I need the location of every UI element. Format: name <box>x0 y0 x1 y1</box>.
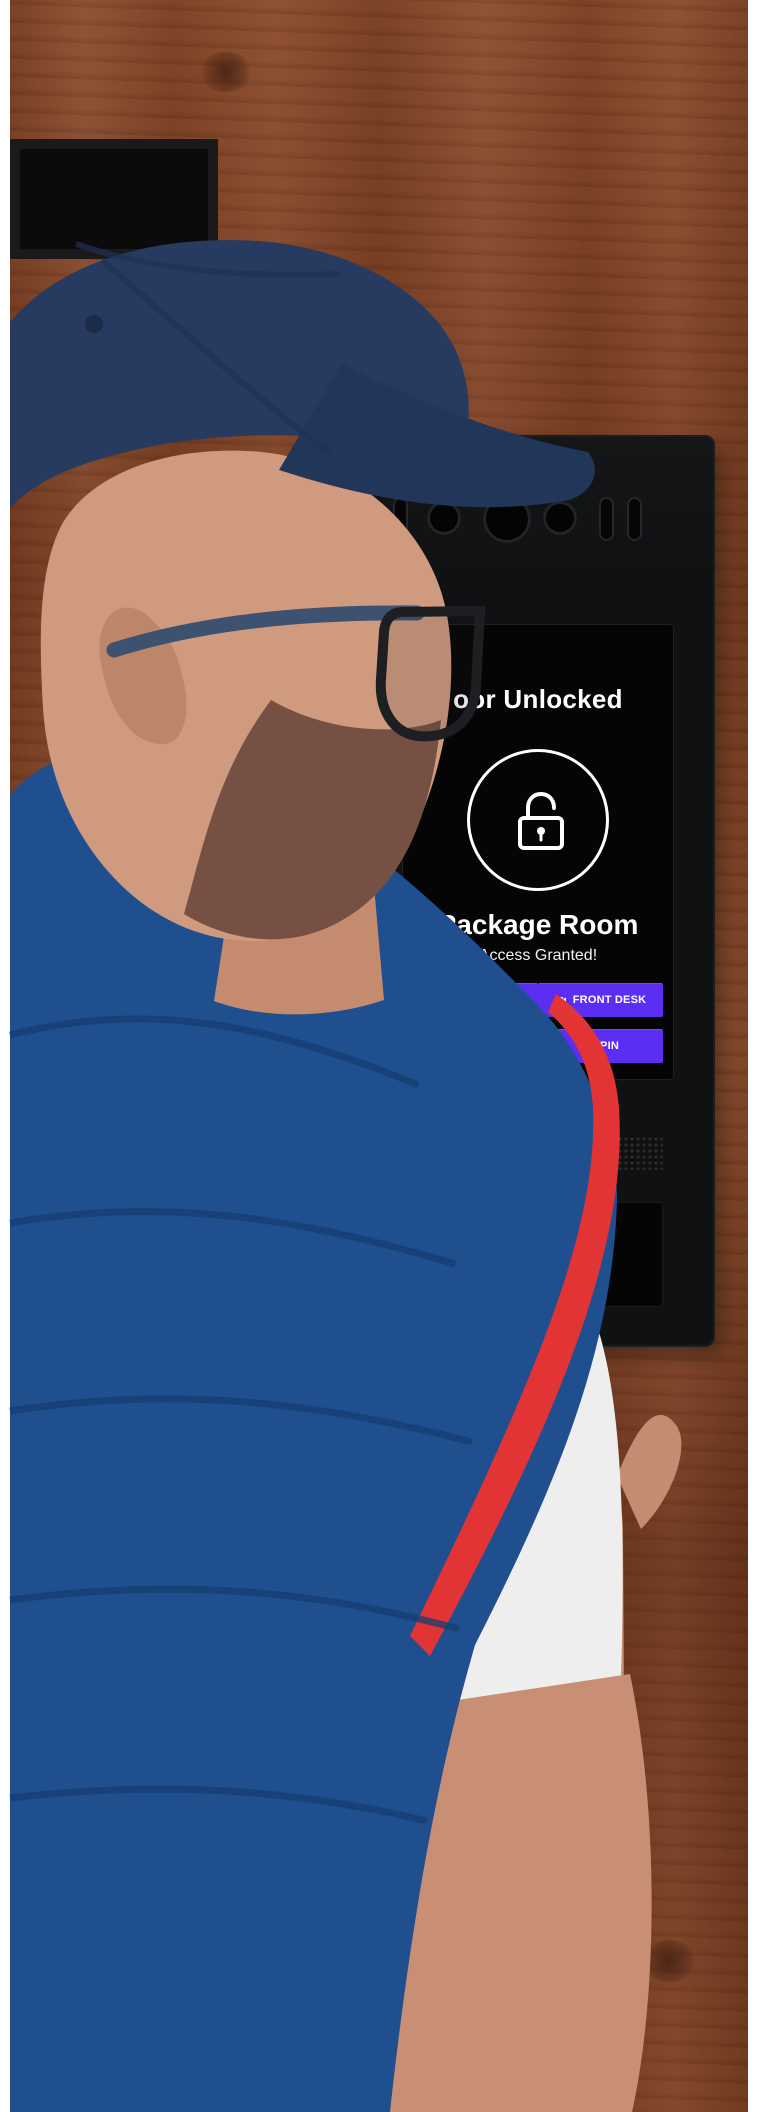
keypad-icon <box>583 1041 593 1051</box>
camera-lens <box>427 501 461 535</box>
tenants-button[interactable]: TENANTS <box>413 1029 538 1063</box>
intercom-device: oor Unlocked Package Room Access Granted… <box>365 437 713 1345</box>
left-wall-frame <box>10 139 218 259</box>
video-camera-icon <box>555 997 566 1003</box>
status-title: oor Unlocked <box>453 684 623 714</box>
tenants-label: TENANTS <box>457 1040 512 1052</box>
face-unlock-button[interactable]: FACE UNLOCK <box>413 983 538 1017</box>
person-icon <box>427 995 437 1005</box>
camera-panel <box>365 437 713 612</box>
open-padlock-icon <box>518 792 564 850</box>
pin-button[interactable]: PIN <box>538 1029 663 1063</box>
card-reader-panel <box>464 1202 663 1307</box>
intercom-screen: oor Unlocked Package Room Access Granted… <box>402 624 674 1080</box>
people-icon <box>440 1042 452 1051</box>
sensor-bar <box>627 497 642 541</box>
camera-lens <box>543 501 577 535</box>
pin-label: PIN <box>600 1040 619 1052</box>
face-unlock-label: FACE UNLOCK <box>443 994 526 1006</box>
door-intercom-photo: oor Unlocked Package Room Access Granted… <box>0 0 758 2112</box>
wood-knot <box>198 52 254 92</box>
unlock-indicator <box>467 749 609 891</box>
device-brand-mark: LANE <box>534 1321 566 1331</box>
indicator-light <box>533 1144 545 1156</box>
front-desk-label: FRONT DESK <box>572 994 647 1006</box>
camera-lens <box>483 495 531 543</box>
sensor-bar <box>393 497 408 541</box>
access-status: Access Granted! <box>478 947 598 964</box>
location-name: Package Room <box>437 909 639 940</box>
sensor-bar <box>599 497 614 541</box>
wood-knot <box>640 1940 698 1982</box>
front-desk-button[interactable]: FRONT DESK <box>538 983 663 1017</box>
speaker-grille <box>563 1136 663 1170</box>
